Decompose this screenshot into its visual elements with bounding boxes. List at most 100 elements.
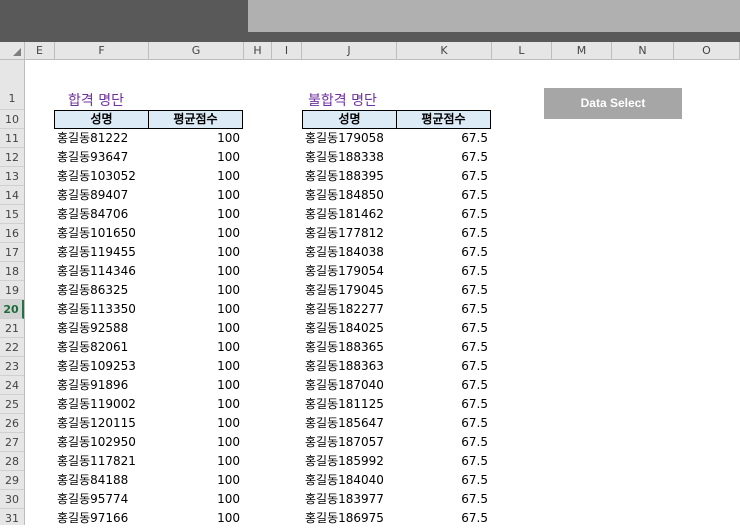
fail-score-cell[interactable]: 67.5 bbox=[398, 129, 488, 148]
row-header-10[interactable]: 10 bbox=[0, 110, 24, 129]
fail-name-cell[interactable]: 홍길동179054 bbox=[305, 262, 395, 281]
row-header-20[interactable]: 20 bbox=[0, 300, 24, 319]
fail-name-cell[interactable]: 홍길동185992 bbox=[305, 452, 395, 471]
row-header-25[interactable]: 25 bbox=[0, 395, 24, 414]
pass-score-cell[interactable]: 100 bbox=[150, 471, 240, 490]
pass-score-cell[interactable]: 100 bbox=[150, 167, 240, 186]
fail-score-cell[interactable]: 67.5 bbox=[398, 243, 488, 262]
row-header-16[interactable]: 16 bbox=[0, 224, 24, 243]
pass-score-cell[interactable]: 100 bbox=[150, 452, 240, 471]
pass-name-cell[interactable]: 홍길동84188 bbox=[57, 471, 147, 490]
pass-score-cell[interactable]: 100 bbox=[150, 262, 240, 281]
column-header-i[interactable]: I bbox=[272, 42, 302, 59]
fail-name-cell[interactable]: 홍길동179058 bbox=[305, 129, 395, 148]
pass-score-cell[interactable]: 100 bbox=[150, 148, 240, 167]
row-header-19[interactable]: 19 bbox=[0, 281, 24, 300]
pass-score-cell[interactable]: 100 bbox=[150, 490, 240, 509]
fail-score-cell[interactable]: 67.5 bbox=[398, 338, 488, 357]
fail-name-cell[interactable]: 홍길동188395 bbox=[305, 167, 395, 186]
column-header-m[interactable]: M bbox=[552, 42, 612, 59]
pass-name-cell[interactable]: 홍길동120115 bbox=[57, 414, 147, 433]
fail-score-cell[interactable]: 67.5 bbox=[398, 186, 488, 205]
row-header-29[interactable]: 29 bbox=[0, 471, 24, 490]
fail-score-cell[interactable]: 67.5 bbox=[398, 281, 488, 300]
fail-score-cell[interactable]: 67.5 bbox=[398, 452, 488, 471]
row-header-17[interactable]: 17 bbox=[0, 243, 24, 262]
row-header-15[interactable]: 15 bbox=[0, 205, 24, 224]
fail-score-cell[interactable]: 67.5 bbox=[398, 300, 488, 319]
pass-score-cell[interactable]: 100 bbox=[150, 300, 240, 319]
fail-name-cell[interactable]: 홍길동188338 bbox=[305, 148, 395, 167]
pass-score-cell[interactable]: 100 bbox=[150, 357, 240, 376]
row-header-12[interactable]: 12 bbox=[0, 148, 24, 167]
pass-name-cell[interactable]: 홍길동92588 bbox=[57, 319, 147, 338]
pass-name-cell[interactable]: 홍길동93647 bbox=[57, 148, 147, 167]
row-header-26[interactable]: 26 bbox=[0, 414, 24, 433]
pass-score-cell[interactable]: 100 bbox=[150, 433, 240, 452]
fail-name-cell[interactable]: 홍길동187040 bbox=[305, 376, 395, 395]
fail-name-cell[interactable]: 홍길동188365 bbox=[305, 338, 395, 357]
row-header-28[interactable]: 28 bbox=[0, 452, 24, 471]
column-header-l[interactable]: L bbox=[492, 42, 552, 59]
fail-score-cell[interactable]: 67.5 bbox=[398, 319, 488, 338]
pass-score-cell[interactable]: 100 bbox=[150, 509, 240, 528]
fail-score-cell[interactable]: 67.5 bbox=[398, 376, 488, 395]
column-header-k[interactable]: K bbox=[397, 42, 492, 59]
column-header-e[interactable]: E bbox=[25, 42, 55, 59]
pass-name-cell[interactable]: 홍길동89407 bbox=[57, 186, 147, 205]
fail-score-cell[interactable]: 67.5 bbox=[398, 433, 488, 452]
fail-name-cell[interactable]: 홍길동184040 bbox=[305, 471, 395, 490]
pass-name-cell[interactable]: 홍길동95774 bbox=[57, 490, 147, 509]
row-header-24[interactable]: 24 bbox=[0, 376, 24, 395]
formula-bar[interactable] bbox=[248, 0, 740, 32]
fail-name-cell[interactable]: 홍길동184850 bbox=[305, 186, 395, 205]
pass-score-cell[interactable]: 100 bbox=[150, 129, 240, 148]
pass-name-cell[interactable]: 홍길동117821 bbox=[57, 452, 147, 471]
pass-score-cell[interactable]: 100 bbox=[150, 224, 240, 243]
pass-score-cell[interactable]: 100 bbox=[150, 281, 240, 300]
column-header-j[interactable]: J bbox=[302, 42, 397, 59]
fail-name-cell[interactable]: 홍길동184025 bbox=[305, 319, 395, 338]
pass-name-cell[interactable]: 홍길동101650 bbox=[57, 224, 147, 243]
pass-name-cell[interactable]: 홍길동97166 bbox=[57, 509, 147, 528]
pass-name-cell[interactable]: 홍길동119002 bbox=[57, 395, 147, 414]
fail-score-cell[interactable]: 67.5 bbox=[398, 471, 488, 490]
row-header-18[interactable]: 18 bbox=[0, 262, 24, 281]
fail-score-cell[interactable]: 67.5 bbox=[398, 224, 488, 243]
fail-header-name[interactable]: 성명 bbox=[302, 110, 397, 129]
select-all-corner[interactable] bbox=[0, 42, 25, 59]
fail-score-cell[interactable]: 67.5 bbox=[398, 262, 488, 281]
pass-score-cell[interactable]: 100 bbox=[150, 186, 240, 205]
pass-score-cell[interactable]: 100 bbox=[150, 243, 240, 262]
column-header-g[interactable]: G bbox=[149, 42, 244, 59]
pass-name-cell[interactable]: 홍길동113350 bbox=[57, 300, 147, 319]
pass-name-cell[interactable]: 홍길동119455 bbox=[57, 243, 147, 262]
data-select-button[interactable]: Data Select bbox=[544, 88, 682, 119]
pass-score-cell[interactable]: 100 bbox=[150, 376, 240, 395]
fail-name-cell[interactable]: 홍길동181462 bbox=[305, 205, 395, 224]
pass-name-cell[interactable]: 홍길동109253 bbox=[57, 357, 147, 376]
pass-score-cell[interactable]: 100 bbox=[150, 319, 240, 338]
row-header-31[interactable]: 31 bbox=[0, 509, 24, 525]
row-header-22[interactable]: 22 bbox=[0, 338, 24, 357]
fail-name-cell[interactable]: 홍길동182277 bbox=[305, 300, 395, 319]
column-header-o[interactable]: O bbox=[674, 42, 740, 59]
pass-name-cell[interactable]: 홍길동82061 bbox=[57, 338, 147, 357]
fail-name-cell[interactable]: 홍길동187057 bbox=[305, 433, 395, 452]
pass-name-cell[interactable]: 홍길동91896 bbox=[57, 376, 147, 395]
fail-name-cell[interactable]: 홍길동188363 bbox=[305, 357, 395, 376]
pass-name-cell[interactable]: 홍길동86325 bbox=[57, 281, 147, 300]
row-header-21[interactable]: 21 bbox=[0, 319, 24, 338]
pass-name-cell[interactable]: 홍길동114346 bbox=[57, 262, 147, 281]
fail-score-cell[interactable]: 67.5 bbox=[398, 509, 488, 528]
fail-score-cell[interactable]: 67.5 bbox=[398, 357, 488, 376]
fail-name-cell[interactable]: 홍길동185647 bbox=[305, 414, 395, 433]
pass-name-cell[interactable]: 홍길동102950 bbox=[57, 433, 147, 452]
pass-name-cell[interactable]: 홍길동84706 bbox=[57, 205, 147, 224]
fail-score-cell[interactable]: 67.5 bbox=[398, 148, 488, 167]
fail-name-cell[interactable]: 홍길동181125 bbox=[305, 395, 395, 414]
column-header-f[interactable]: F bbox=[55, 42, 149, 59]
fail-name-cell[interactable]: 홍길동184038 bbox=[305, 243, 395, 262]
row-header-11[interactable]: 11 bbox=[0, 129, 24, 148]
pass-score-cell[interactable]: 100 bbox=[150, 205, 240, 224]
